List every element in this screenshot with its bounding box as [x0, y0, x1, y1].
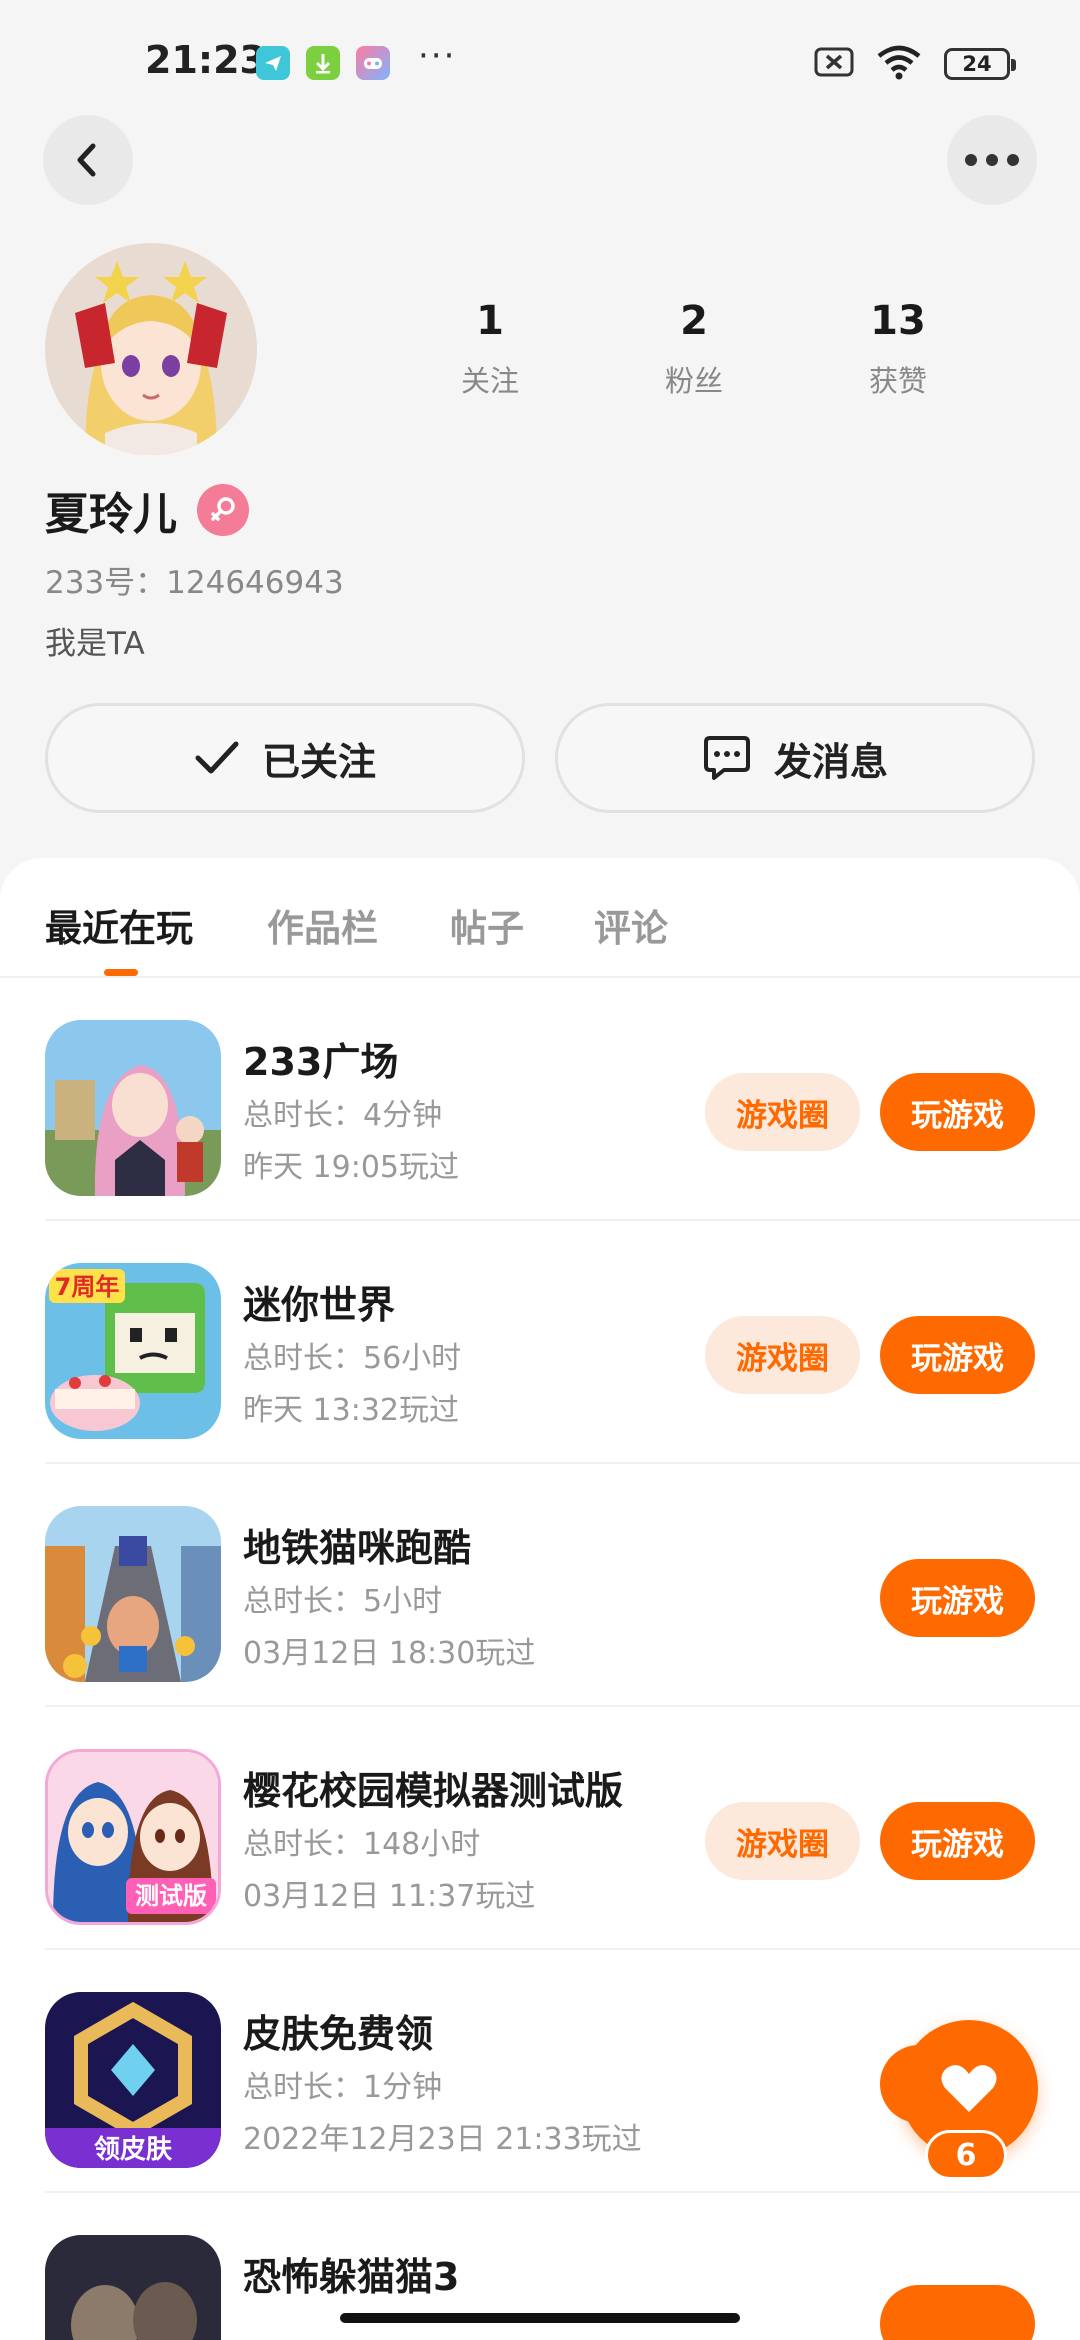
tab-works[interactable]: 作品栏	[267, 898, 378, 952]
game-icon-horror-hide-and-seek[interactable]	[45, 2235, 221, 2340]
stat-likes-value: 13	[870, 298, 926, 344]
game-last-played: 昨天 19:05玩过	[243, 1150, 459, 1185]
stat-following[interactable]: 1 关注	[400, 298, 580, 400]
stat-following-value: 1	[476, 298, 504, 344]
play-game-button[interactable]: 玩游戏	[880, 1073, 1035, 1151]
avatar[interactable]	[45, 243, 257, 455]
play-game-button[interactable]: 玩游戏	[880, 1316, 1035, 1394]
back-button[interactable]	[43, 115, 133, 205]
game-circle-button[interactable]: 游戏圈	[705, 1073, 860, 1151]
female-gender-icon	[197, 484, 249, 536]
game-row[interactable]: 地铁猫咪跑酷 总时长：5小时 03月12日 18:30玩过 玩游戏	[0, 1464, 1080, 1707]
profile-name: 夏玲儿	[45, 489, 177, 540]
heart-icon	[941, 2065, 997, 2112]
game-row[interactable]: 7周年 迷你世界 总时长：56小时 昨天 13:32玩过 游戏圈 玩游戏	[0, 1221, 1080, 1464]
play-game-button[interactable]: 玩游戏	[880, 1802, 1035, 1880]
followed-button[interactable]: 已关注	[45, 703, 525, 813]
battery-icon: 24	[944, 48, 1016, 80]
followed-button-label: 已关注	[261, 739, 376, 784]
profile-uid: 233号：124646943	[45, 565, 344, 601]
like-count-badge: 6	[925, 2130, 1007, 2180]
stat-fans[interactable]: 2 粉丝	[604, 298, 784, 400]
chevron-left-icon	[77, 143, 96, 177]
status-more-dots: ···	[418, 36, 457, 76]
chat-bubble-icon	[703, 736, 750, 780]
game-row[interactable]: 233广场 总时长：4分钟 昨天 19:05玩过 游戏圈 玩游戏	[0, 978, 1080, 1221]
play-game-button[interactable]: 玩游戏	[880, 1559, 1035, 1637]
stat-fans-value: 2	[680, 298, 708, 344]
game-row[interactable]: 测试版 樱花校园模拟器测试版 总时长：148小时 03月12日 11:37玩过 …	[0, 1707, 1080, 1950]
sim-off-icon	[814, 46, 854, 82]
game-title: 樱花校园模拟器测试版	[243, 1769, 624, 1813]
game-circle-button[interactable]: 游戏圈	[705, 1802, 860, 1880]
game-duration: 总时长：1分钟	[243, 2070, 443, 2105]
game-last-played: 2022年12月23日 21:33玩过	[243, 2122, 642, 2157]
more-button[interactable]	[947, 115, 1037, 205]
game-icon-sakura-school[interactable]: 测试版	[45, 1749, 221, 1925]
skin-badge: 领皮肤	[94, 2134, 173, 2165]
checkmark-icon	[195, 741, 239, 774]
download-icon	[306, 46, 340, 80]
game-duration: 总时长：56小时	[243, 1341, 462, 1376]
sakura-badge: 测试版	[135, 1882, 207, 1910]
game-title: 迷你世界	[243, 1283, 396, 1327]
tab-recently-played[interactable]: 最近在玩	[45, 898, 193, 952]
play-game-button[interactable]	[880, 2285, 1035, 2340]
stat-following-label: 关注	[460, 364, 519, 398]
stat-fans-label: 粉丝	[664, 364, 723, 398]
game-icon-mini-world[interactable]: 7周年	[45, 1263, 221, 1439]
game-title: 皮肤免费领	[243, 2012, 434, 2056]
mini-world-badge: 7周年	[55, 1273, 120, 1301]
active-tab-indicator	[104, 969, 138, 976]
stat-likes[interactable]: 13 获赞	[808, 298, 988, 400]
game-center-icon	[356, 46, 390, 80]
game-title: 恐怖躲猫猫3	[243, 2255, 460, 2299]
tab-posts[interactable]: 帖子	[450, 898, 524, 952]
game-icon-subway-cat[interactable]	[45, 1506, 221, 1682]
send-message-label: 发消息	[773, 739, 888, 784]
game-title: 地铁猫咪跑酷	[243, 1526, 472, 1570]
game-title: 233广场	[243, 1040, 399, 1084]
game-duration: 总时长：148小时	[243, 1827, 481, 1862]
game-circle-button[interactable]: 游戏圈	[705, 1316, 860, 1394]
home-indicator[interactable]	[340, 2313, 740, 2323]
wifi-icon	[876, 44, 922, 84]
stat-likes-label: 获赞	[868, 364, 927, 398]
status-bar: 21:23 ··· 24	[0, 0, 1080, 120]
status-time: 21:23	[145, 38, 266, 82]
game-icon-233-plaza[interactable]	[45, 1020, 221, 1196]
game-last-played: 03月12日 18:30玩过	[243, 1636, 536, 1671]
game-last-played: 03月12日 11:37玩过	[243, 1879, 536, 1914]
game-duration: 总时长：5小时	[243, 1584, 443, 1619]
game-icon-free-skins[interactable]: 领皮肤	[45, 1992, 221, 2168]
more-horizontal-icon	[965, 154, 1019, 166]
profile-bio: 我是TA	[45, 626, 145, 662]
send-message-button[interactable]: 发消息	[555, 703, 1035, 813]
tab-bar: 最近在玩 作品栏 帖子 评论	[0, 858, 1080, 978]
telegram-icon	[256, 46, 290, 80]
game-duration: 总时长：4分钟	[243, 1098, 443, 1133]
tab-comments[interactable]: 评论	[594, 898, 668, 952]
game-last-played: 昨天 13:32玩过	[243, 1393, 459, 1428]
